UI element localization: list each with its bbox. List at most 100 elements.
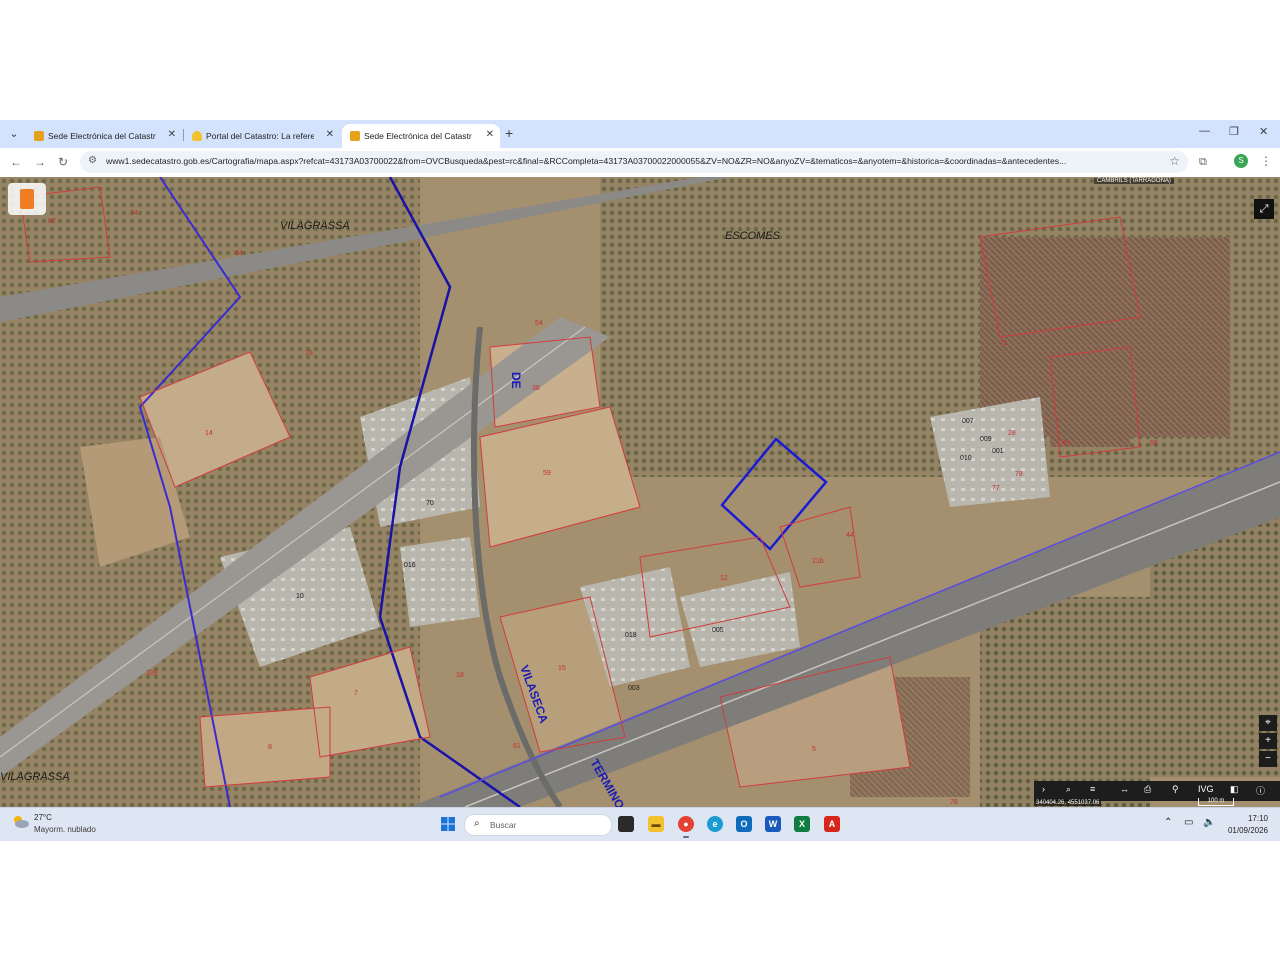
road-label: DE: [509, 372, 523, 389]
parcel-number: 74: [130, 210, 138, 217]
map-toolbar: › ⌕ ≡ ↔ ⎙ ⚲ IVG ◧ ⓘ: [1034, 781, 1280, 801]
parcel-number: 71: [1000, 340, 1008, 347]
tab-search-icon[interactable]: ⌄: [6, 126, 22, 142]
cadastral-map[interactable]: VILAGRASSA ESCOMES VILAGRASSA DE VILASEC…: [0, 177, 1280, 807]
tab-close-icon[interactable]: ✕: [326, 129, 334, 140]
address-bar[interactable]: ⚙ www1.sedecatastro.gob.es/Cartografia/m…: [80, 151, 1188, 173]
parcel-number: 44: [846, 532, 854, 539]
parcel-number: 58: [1150, 440, 1158, 447]
parcel-number: 77: [992, 485, 1000, 492]
zoom-out-button[interactable]: −: [1259, 751, 1277, 767]
tab-strip: ⌄ Sede Electrónica del Catastro - ✕ Port…: [0, 120, 1280, 148]
parcel-number: 28: [1008, 430, 1016, 437]
network-icon[interactable]: ▭: [1184, 817, 1193, 828]
back-icon[interactable]: ←: [10, 155, 22, 169]
fullscreen-icon[interactable]: ⤢: [1254, 199, 1274, 219]
place-label: VILAGRASSA: [280, 220, 350, 232]
layers-icon[interactable]: ≡: [1090, 784, 1095, 794]
parcel-number: 16: [305, 350, 313, 357]
parcel-number: 005: [712, 627, 724, 634]
parcel-number: 018: [625, 632, 637, 639]
windows-start-icon[interactable]: [441, 817, 455, 831]
ivg-button[interactable]: IVG: [1198, 784, 1214, 794]
bookmark-star-icon[interactable]: ☆: [1169, 154, 1180, 168]
tab-close-icon[interactable]: ✕: [486, 129, 494, 140]
site-info-icon[interactable]: ⚙: [88, 155, 97, 166]
expand-toolbar-icon[interactable]: ›: [1042, 784, 1045, 794]
search-icon: ⌕: [474, 818, 480, 829]
parcel-number: 14: [205, 430, 213, 437]
parcel-number: 38: [532, 385, 540, 392]
cloud-sun-icon[interactable]: [12, 815, 30, 829]
close-window-icon[interactable]: ✕: [1259, 125, 1268, 138]
parcel-number: 7: [354, 690, 358, 697]
catastro-favicon-icon: [350, 131, 360, 141]
tab-title: Sede Electrónica del Catastro -: [364, 131, 472, 141]
tab-catastro-1[interactable]: Sede Electrónica del Catastro - ✕: [26, 124, 182, 148]
outlook-icon[interactable]: O: [736, 816, 752, 832]
parcel-number: 109: [146, 670, 158, 677]
weather-temperature[interactable]: 27°C: [34, 813, 52, 822]
task-view-icon[interactable]: [618, 816, 634, 832]
parcel-number: 54: [535, 320, 543, 327]
acrobat-icon[interactable]: A: [824, 816, 840, 832]
restore-icon[interactable]: ❐: [1229, 125, 1239, 138]
coordinate-readout: 340404.26, 4551037.06: [1034, 800, 1102, 806]
tab-title: Sede Electrónica del Catastro -: [48, 131, 156, 141]
parcel-number: 61: [513, 743, 521, 750]
minimize-icon[interactable]: —: [1199, 125, 1210, 137]
parcel-number: 45: [1062, 440, 1070, 447]
search-map-icon[interactable]: ⌕: [1066, 784, 1071, 795]
parcel-number: 009: [980, 436, 992, 443]
parcel-number: 59: [543, 470, 551, 477]
taskbar-date[interactable]: 01/09/2026: [1220, 826, 1268, 835]
chrome-icon[interactable]: ●: [678, 816, 694, 832]
measure-icon[interactable]: ↔: [1120, 784, 1129, 794]
catastro-logo[interactable]: [8, 183, 46, 215]
taskbar-search-input[interactable]: ⌕ Buscar: [464, 814, 612, 836]
parcel-number: 5: [812, 746, 816, 753]
desktop-screen: ⌄ Sede Electrónica del Catastro - ✕ Port…: [0, 120, 1280, 841]
excel-icon[interactable]: X: [794, 816, 810, 832]
field-area: [980, 597, 1150, 807]
search-placeholder: Buscar: [490, 820, 517, 830]
windows-taskbar: 27°C Mayorm. nublado ⌕ Buscar ▬ ● e O W …: [0, 807, 1280, 841]
tab-portal-catastro[interactable]: Portal del Catastro: La referenci ✕: [184, 124, 340, 148]
street-view-icon[interactable]: ⚲: [1172, 784, 1179, 795]
print-icon[interactable]: ⎙: [1144, 784, 1151, 795]
locate-icon[interactable]: ⌖: [1259, 715, 1277, 731]
industrial-area: [400, 537, 480, 627]
word-icon[interactable]: W: [765, 816, 781, 832]
parcel-number: 70: [426, 500, 434, 507]
tab-catastro-active[interactable]: Sede Electrónica del Catastro - ✕: [342, 124, 500, 148]
extensions-icon[interactable]: ⧉: [1199, 156, 1207, 169]
new-tab-button[interactable]: +: [505, 125, 513, 141]
forward-icon[interactable]: →: [34, 155, 46, 169]
profile-avatar[interactable]: S: [1234, 154, 1248, 168]
volume-icon[interactable]: 🔈: [1203, 817, 1215, 828]
browser-toolbar: ← → ↻ ⚙ www1.sedecatastro.gob.es/Cartogr…: [0, 148, 1280, 177]
parcel-number: 84: [235, 250, 243, 257]
catastro-favicon-icon: [34, 131, 44, 141]
parcel-number: 8: [268, 744, 272, 751]
place-label: ESCOMES: [725, 230, 781, 242]
url-text[interactable]: www1.sedecatastro.gob.es/Cartografia/map…: [106, 156, 1166, 166]
url-path: /Cartografia/mapa.aspx?refcat=43173A0370…: [209, 156, 1067, 166]
browser-menu-icon[interactable]: ⋮: [1260, 154, 1272, 168]
tab-title: Portal del Catastro: La referenci: [206, 131, 314, 141]
weather-condition[interactable]: Mayorm. nublado: [34, 825, 96, 834]
edge-icon[interactable]: e: [707, 816, 723, 832]
share-icon[interactable]: ◧: [1230, 784, 1239, 795]
place-label: VILAGRASSA: [0, 771, 70, 783]
parcel-number: 001: [992, 448, 1004, 455]
zoom-in-button[interactable]: +: [1259, 733, 1277, 749]
field-area: [1050, 357, 1130, 447]
parcel-number: 78: [950, 799, 958, 806]
tab-close-icon[interactable]: ✕: [168, 129, 176, 140]
reload-icon[interactable]: ↻: [58, 155, 68, 169]
taskbar-clock[interactable]: 17:10: [1230, 814, 1268, 823]
info-icon[interactable]: ⓘ: [1256, 784, 1265, 797]
file-explorer-icon[interactable]: ▬: [648, 816, 664, 832]
tray-chevron-icon[interactable]: ⌃: [1164, 817, 1172, 828]
parcel-number: 016: [404, 562, 416, 569]
